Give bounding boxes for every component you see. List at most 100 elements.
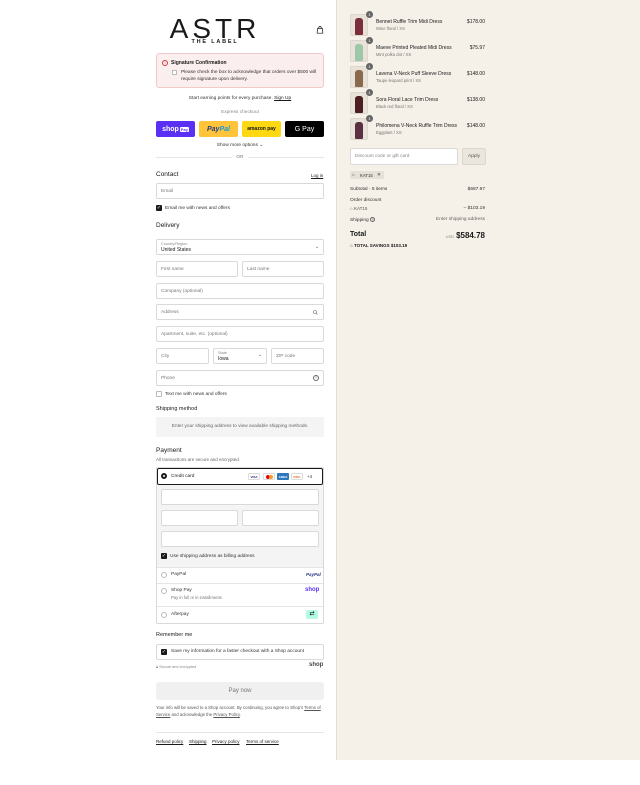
secure-encrypted-text: 🔒︎ Secure and encrypted [156, 665, 197, 669]
product-price: $138.00 [466, 97, 485, 103]
total-savings: ⌂ TOTAL SAVINGS $103.19 [350, 243, 408, 248]
divider [156, 732, 324, 733]
billing-same-label: Use shipping address as billing address [170, 554, 255, 559]
country-select[interactable]: Country/Region United States [156, 239, 324, 255]
email-news-checkbox[interactable]: ✓ [156, 205, 162, 211]
discount-tag: ⌂ KAT15 ✕ [350, 171, 384, 179]
card-number-field[interactable] [161, 489, 319, 505]
paypal-label: PayPal [171, 572, 187, 577]
amex-icon: AMEX [277, 473, 289, 480]
security-code-field[interactable] [242, 510, 319, 526]
shop-pay-button[interactable]: shop Pay [156, 121, 195, 137]
expiration-date-field[interactable] [161, 510, 238, 526]
shop-pay-radio[interactable] [161, 588, 167, 594]
paypal-logo-icon: PayPal [306, 572, 321, 577]
alert-icon: ! [162, 60, 168, 66]
quantity-badge: 1 [366, 11, 373, 18]
afterpay-logo-icon: ⇄ [306, 610, 318, 619]
more-cards-badge: +4 [307, 474, 313, 479]
show-more-options-link[interactable]: Show more options ⌄ [156, 143, 324, 148]
sign-up-link[interactable]: Sign Up [274, 96, 291, 101]
shipping-value: Enter shipping address [435, 217, 485, 222]
billing-same-checkbox[interactable]: ✓ [161, 553, 167, 559]
shopping-bag-icon[interactable] [316, 26, 324, 34]
quantity-badge: 1 [366, 37, 373, 44]
discover-icon: DISC [291, 473, 303, 480]
quantity-badge: 1 [366, 89, 373, 96]
paypal-radio[interactable] [161, 572, 167, 578]
phone-field[interactable]: Phone [156, 370, 324, 386]
remove-discount-icon[interactable]: ✕ [377, 172, 381, 178]
save-info-label: Save my information for a faster checkou… [171, 649, 305, 654]
order-discount-code: ⌂ KAT15 [350, 206, 368, 211]
visa-icon: VISA [248, 473, 260, 480]
payment-heading: Payment [156, 447, 182, 454]
google-pay-button[interactable]: G Pay [285, 121, 324, 137]
remember-me-heading: Remember me [156, 632, 193, 638]
notice-title: Signature Confirmation [171, 60, 227, 66]
discount-code-input[interactable]: Discount code or gift card [350, 148, 458, 165]
payment-subtitle: All transactions are secure and encrypte… [156, 457, 241, 462]
shop-logo-icon: shop [305, 587, 320, 593]
save-info-checkbox[interactable]: ✓ [161, 649, 167, 655]
credit-card-label: Credit card [171, 474, 195, 479]
afterpay-radio[interactable] [161, 612, 167, 618]
lock-icon: 🔒︎ [156, 665, 159, 669]
terms-of-service-footer-link[interactable]: Terms of service [246, 739, 279, 744]
quantity-badge: 1 [366, 63, 373, 70]
afterpay-label: Afterpay [171, 612, 189, 617]
product-name: Bennet Ruffle Trim Midi Dress [376, 19, 443, 25]
company-field[interactable]: Company (optional) [156, 283, 324, 299]
chevron-down-icon: ⌄ [258, 352, 263, 358]
text-news-checkbox[interactable] [156, 391, 162, 397]
dress-image [355, 44, 363, 61]
paypal-button[interactable]: Pay Pal [199, 121, 238, 137]
subtotal-value: $687.97 [467, 187, 485, 192]
product-variant: Black red floral / XS [376, 104, 413, 109]
brand-tagline: THE LABEL [191, 39, 239, 45]
quantity-badge: 1 [366, 115, 373, 122]
earn-points-text: Start earning points for every purchase.… [188, 96, 292, 101]
name-on-card-field[interactable] [161, 531, 319, 547]
divider [157, 606, 323, 607]
email-field[interactable]: Email [156, 183, 324, 199]
dress-image [355, 96, 363, 113]
shipping-label: Shipping ? [350, 217, 376, 223]
or-divider-text: OR [232, 155, 248, 160]
total-value: USD $584.78 [445, 231, 485, 240]
shipping-method-placeholder: Enter your shipping address to view avai… [156, 417, 324, 437]
privacy-policy-link[interactable]: Privacy Policy [213, 712, 239, 717]
apartment-field[interactable]: Apartment, suite, etc. (optional) [156, 326, 324, 342]
order-summary-panel: 1 Bennet Ruffle Trim Midi Dress Wine flo… [336, 0, 640, 760]
chevron-down-icon: ⌄ [259, 143, 264, 148]
dress-image [355, 122, 363, 139]
last-name-field[interactable]: Last name [242, 261, 324, 277]
refund-policy-link[interactable]: Refund policy [156, 739, 183, 744]
shipping-method-heading: Shipping method [156, 406, 198, 412]
amazon-pay-button[interactable]: amazon pay [242, 121, 281, 137]
zip-field[interactable]: ZIP code [271, 348, 324, 364]
product-thumbnail [350, 118, 368, 140]
log-in-link[interactable]: Log in [311, 173, 323, 178]
text-news-label: Text me with news and offers [165, 392, 227, 397]
product-name: Sora Floral Lace Trim Dress [376, 97, 439, 103]
help-icon[interactable]: ? [370, 217, 376, 222]
address-field[interactable]: Address [156, 304, 324, 320]
delivery-heading: Delivery [156, 222, 180, 229]
pay-now-button[interactable]: Pay now [156, 682, 324, 700]
product-variant: Eggplant / XS [376, 130, 402, 135]
first-name-field[interactable]: First name [156, 261, 238, 277]
signature-checkbox[interactable] [172, 70, 177, 75]
city-field[interactable]: City [156, 348, 209, 364]
product-thumbnail [350, 66, 368, 88]
shipping-policy-link[interactable]: Shipping [189, 739, 207, 744]
privacy-policy-footer-link[interactable]: Privacy policy [212, 739, 240, 744]
search-icon [313, 310, 318, 315]
credit-card-radio[interactable] [161, 473, 167, 479]
help-icon[interactable]: ? [313, 375, 319, 381]
express-checkout-label: Express checkout [221, 110, 259, 115]
product-thumbnail [350, 14, 368, 36]
apply-discount-button[interactable]: Apply [462, 148, 486, 165]
product-price: $75.97 [469, 45, 485, 51]
shop-pay-subtitle: Pay in full or in installments [171, 595, 222, 600]
